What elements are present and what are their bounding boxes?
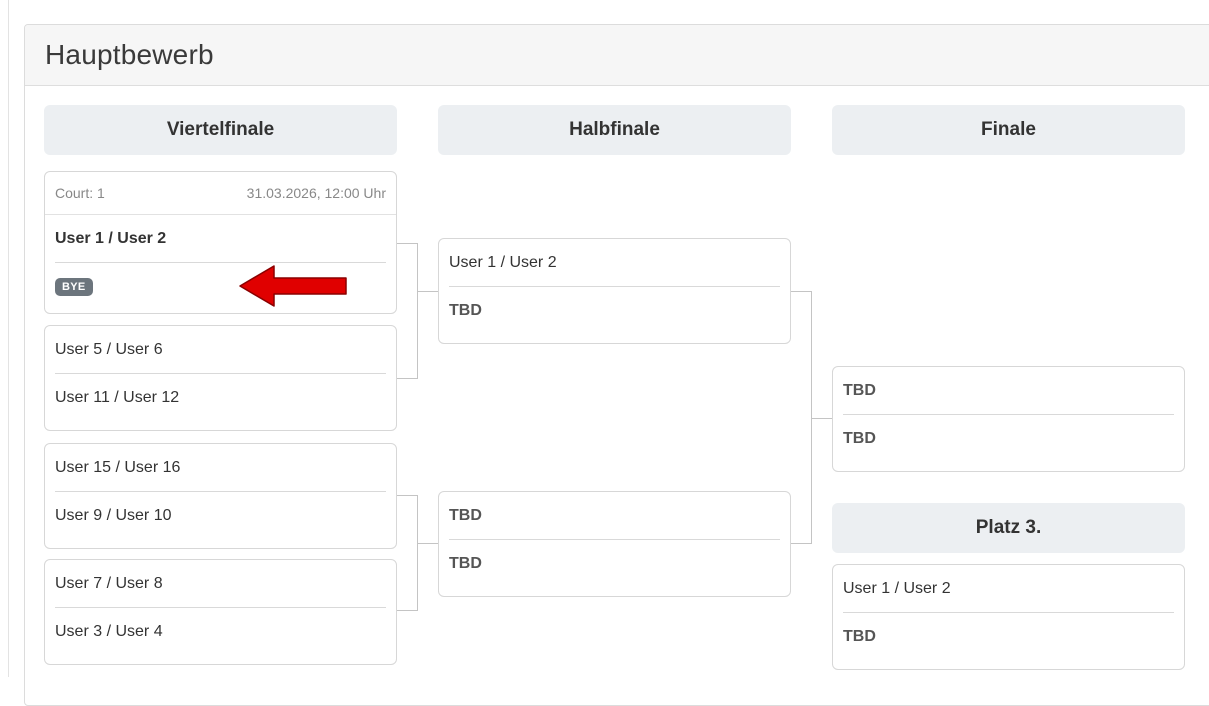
team-name: User 3 / User 4 (55, 622, 163, 640)
panel-header: Hauptbewerb (25, 25, 1209, 86)
bracket-connector (397, 610, 417, 611)
team-name: User 1 / User 2 (55, 229, 167, 247)
bracket-connector (417, 243, 418, 379)
bracket-connector (417, 543, 438, 544)
round-header-semifinal: Halbfinale (438, 105, 791, 155)
team-name: TBD (449, 554, 482, 572)
team-slot[interactable]: User 3 / User 4 (45, 608, 396, 655)
bye-badge: BYE (55, 277, 93, 296)
match-card-sf-2[interactable]: TBD TBD (438, 491, 791, 597)
panel-title: Hauptbewerb (45, 39, 214, 70)
bracket-connector (811, 418, 832, 419)
team-name: TBD (843, 429, 876, 447)
team-name: User 15 / User 16 (55, 458, 181, 476)
bracket-connector (397, 243, 417, 244)
team-slot[interactable]: TBD (833, 415, 1184, 462)
bracket-connector (417, 291, 438, 292)
red-arrow-icon (239, 265, 347, 307)
team-slot[interactable]: TBD (439, 492, 790, 539)
round-header-quarterfinal: Viertelfinale (44, 105, 397, 155)
team-slot[interactable]: TBD (439, 540, 790, 587)
team-name: TBD (449, 301, 482, 319)
bracket-connector (791, 291, 811, 292)
round-header-final: Finale (832, 105, 1185, 155)
bracket-connector (417, 495, 418, 611)
team-slot[interactable]: TBD (833, 367, 1184, 414)
team-name: User 9 / User 10 (55, 506, 172, 524)
team-slot[interactable]: User 1 / User 2 (439, 239, 790, 286)
team-name: User 1 / User 2 (843, 579, 951, 597)
match-card-qf-4[interactable]: User 7 / User 8 User 3 / User 4 (44, 559, 397, 665)
team-slot[interactable]: User 7 / User 8 (45, 560, 396, 607)
team-slot[interactable]: User 15 / User 16 (45, 444, 396, 491)
match-card-qf-2[interactable]: User 5 / User 6 User 11 / User 12 (44, 325, 397, 431)
match-card-qf-3[interactable]: User 15 / User 16 User 9 / User 10 (44, 443, 397, 549)
team-slot[interactable]: User 1 / User 2 (45, 215, 396, 262)
bracket-connector (397, 378, 417, 379)
match-info-row: Court: 1 31.03.2026, 12:00 Uhr (45, 172, 396, 215)
match-card-sf-1[interactable]: User 1 / User 2 TBD (438, 238, 791, 344)
team-slot[interactable]: TBD (833, 613, 1184, 660)
team-name: TBD (843, 381, 876, 399)
team-slot[interactable]: User 1 / User 2 (833, 565, 1184, 612)
round-header-third-place: Platz 3. (832, 503, 1185, 553)
team-slot[interactable]: User 11 / User 12 (45, 374, 396, 421)
team-name: TBD (449, 506, 482, 524)
page-left-border (8, 0, 9, 677)
bracket-connector (791, 543, 811, 544)
match-court: Court: 1 (55, 185, 105, 201)
team-name: User 1 / User 2 (449, 253, 557, 271)
team-name: User 5 / User 6 (55, 340, 163, 358)
team-name: User 11 / User 12 (55, 388, 180, 406)
arrow-shape (239, 265, 347, 307)
team-name: TBD (843, 627, 876, 645)
match-datetime: 31.03.2026, 12:00 Uhr (246, 185, 386, 201)
team-name: User 7 / User 8 (55, 574, 163, 592)
match-card-third-place[interactable]: User 1 / User 2 TBD (832, 564, 1185, 670)
match-card-final[interactable]: TBD TBD (832, 366, 1185, 472)
team-slot[interactable]: TBD (439, 287, 790, 334)
team-slot[interactable]: User 5 / User 6 (45, 326, 396, 373)
bracket-connector (397, 495, 417, 496)
team-slot[interactable]: User 9 / User 10 (45, 492, 396, 539)
